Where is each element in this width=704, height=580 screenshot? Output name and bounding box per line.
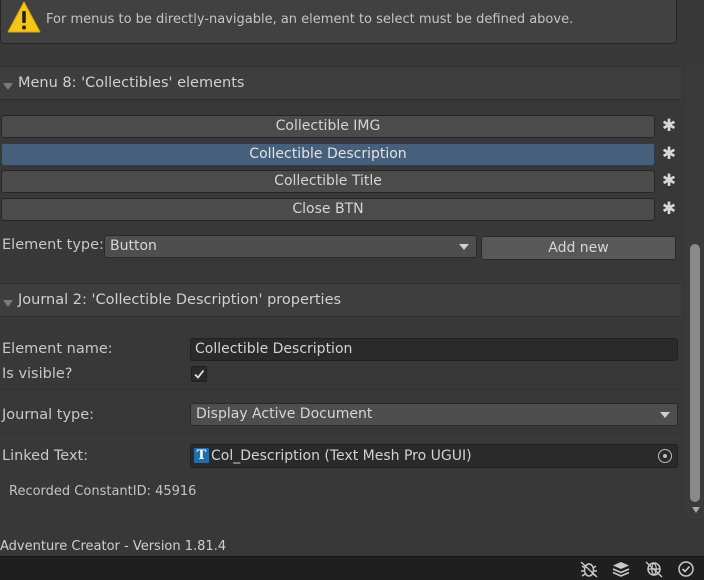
element-button-collectible-img[interactable]: Collectible IMG — [1, 115, 655, 138]
divider — [0, 389, 681, 390]
element-type-dropdown[interactable]: Button — [104, 235, 477, 258]
divider — [0, 433, 681, 434]
dropdown-caret-icon — [660, 412, 670, 418]
properties-title: Journal 2: 'Collectible Description' pro… — [18, 292, 342, 308]
element-type-label: Element type: — [2, 237, 104, 253]
version-label: Adventure Creator - Version 1.81.4 — [0, 539, 227, 554]
gear-icon[interactable]: ✱ — [660, 117, 678, 135]
gear-icon[interactable]: ✱ — [660, 200, 678, 218]
scroll-down-arrow-icon[interactable] — [692, 507, 700, 513]
foldout-arrow-icon — [3, 83, 13, 90]
check-circle-icon[interactable] — [676, 560, 696, 578]
gear-icon[interactable]: ✱ — [660, 145, 678, 163]
warning-icon — [7, 1, 41, 33]
linked-text-object-field[interactable]: T Col_Description (Text Mesh Pro UGUI) — [190, 444, 678, 468]
linked-text-value: Col_Description (Text Mesh Pro UGUI) — [211, 448, 472, 464]
element-button-collectible-description[interactable]: Collectible Description — [1, 143, 655, 166]
layers-icon[interactable] — [611, 560, 631, 578]
journal-type-value: Display Active Document — [196, 406, 373, 422]
add-new-button[interactable]: Add new — [481, 236, 676, 260]
element-type-value: Button — [110, 238, 157, 254]
element-button-close-btn[interactable]: Close BTN — [1, 198, 655, 221]
dropdown-caret-icon — [459, 244, 469, 250]
object-picker-icon[interactable] — [658, 449, 672, 463]
linked-text-label: Linked Text: — [2, 448, 89, 464]
element-name-label: Element name: — [2, 341, 113, 357]
bug-icon[interactable] — [579, 560, 599, 578]
is-visible-checkbox[interactable] — [191, 366, 207, 382]
gear-icon[interactable]: ✱ — [660, 172, 678, 190]
text-mesh-pro-icon: T — [194, 448, 209, 463]
menu-elements-title: Menu 8: 'Collectibles' elements — [18, 75, 245, 91]
element-name-field[interactable]: Collectible Description — [190, 338, 678, 361]
constant-id-text: Recorded ConstantID: 45916 — [9, 484, 197, 499]
journal-type-dropdown[interactable]: Display Active Document — [190, 403, 678, 426]
warning-text: For menus to be directly-navigable, an e… — [46, 12, 574, 27]
is-visible-label: Is visible? — [2, 366, 73, 382]
properties-header[interactable]: Journal 2: 'Collectible Description' pro… — [0, 283, 681, 317]
menu-elements-header[interactable]: Menu 8: 'Collectibles' elements — [0, 66, 681, 100]
network-icon[interactable] — [644, 560, 664, 578]
checkmark-icon — [194, 369, 205, 379]
foldout-arrow-icon — [3, 300, 13, 307]
journal-type-label: Journal type: — [2, 407, 95, 423]
element-button-collectible-title[interactable]: Collectible Title — [1, 170, 655, 193]
scrollbar-thumb[interactable] — [690, 244, 700, 502]
